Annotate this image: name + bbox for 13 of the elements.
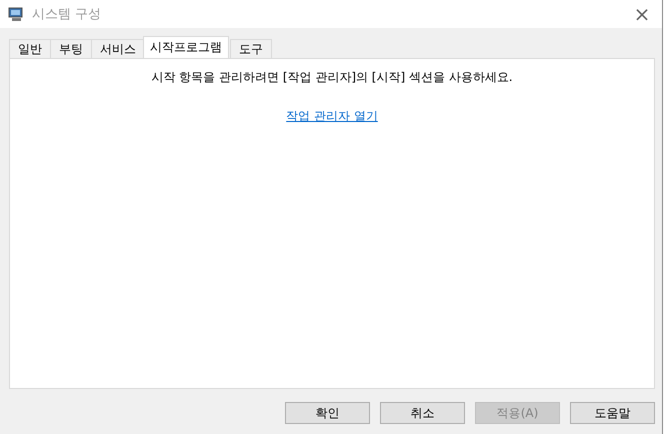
tab[interactable]: 서비스 [91,39,145,58]
window-title: 시스템 구성 [32,6,102,23]
close-button[interactable]: × [622,0,662,28]
tab[interactable]: 부팅 [50,39,92,58]
computer-icon [8,6,24,22]
dialog-button[interactable]: 도움말 [570,402,655,424]
tab[interactable]: 도구 [230,39,272,58]
instruction-text: 시작 항목을 관리하려면 [작업 관리자]의 [시작] 섹션을 사용하세요. [151,69,513,86]
dialog-button[interactable]: 확인 [285,402,370,424]
tab[interactable]: 일반 [9,39,51,58]
tab[interactable]: 시작프로그램 [143,36,229,58]
task-manager-link[interactable]: 작업 관리자 열기 [286,108,378,125]
dialog-button[interactable]: 취소 [380,402,465,424]
